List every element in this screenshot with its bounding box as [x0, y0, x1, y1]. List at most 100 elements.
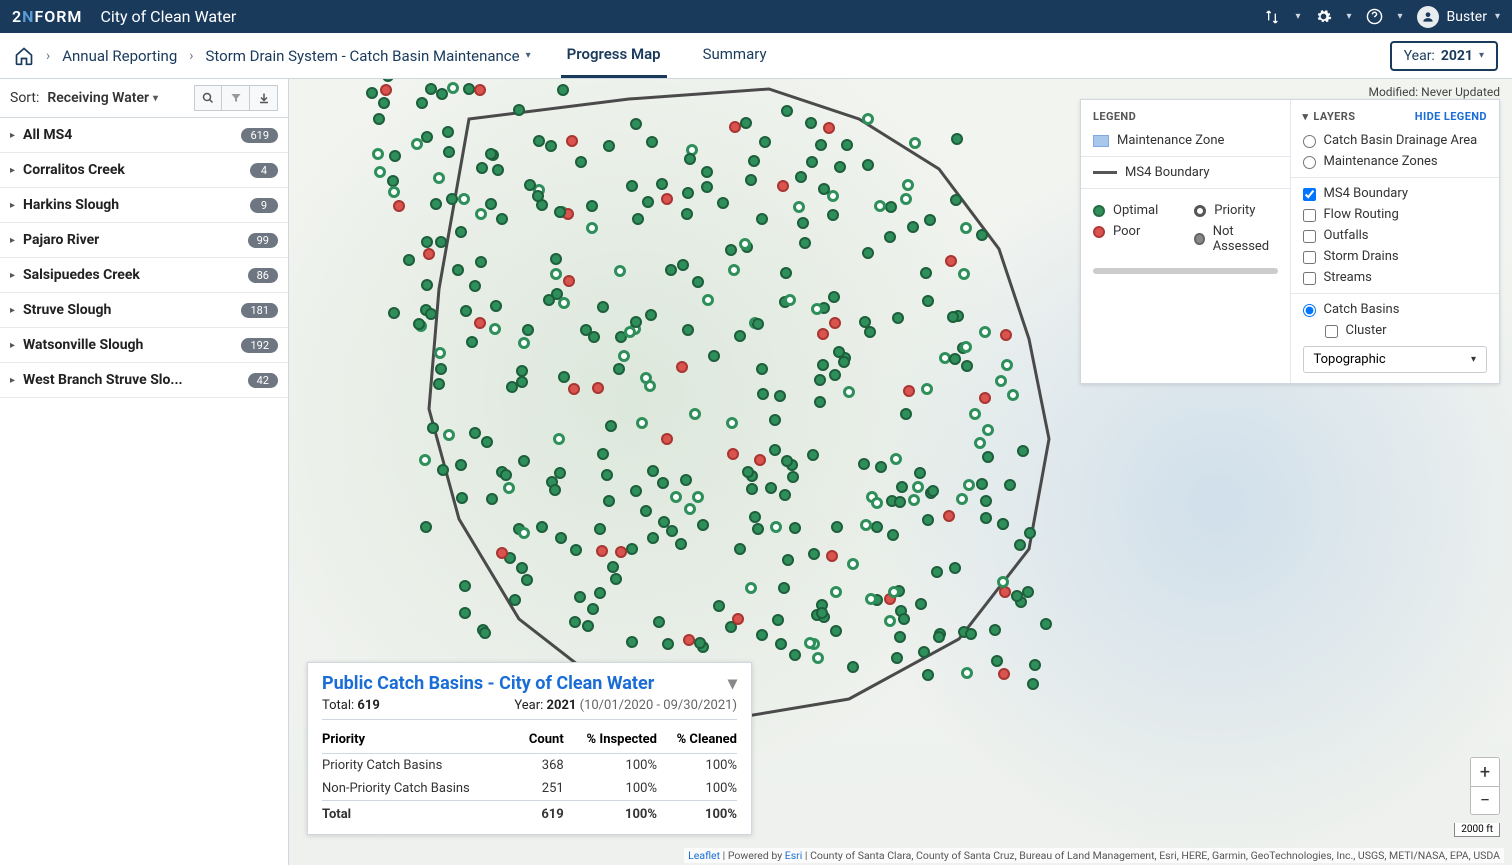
catch-basin-dot[interactable]	[380, 84, 392, 96]
catch-basin-dot[interactable]	[902, 179, 914, 191]
catch-basin-dot[interactable]	[871, 497, 883, 509]
catch-basin-dot[interactable]	[557, 84, 569, 96]
catch-basin-dot[interactable]	[545, 140, 557, 152]
catch-basin-dot[interactable]	[847, 558, 859, 570]
chevron-down-icon[interactable]: ▾	[1295, 11, 1300, 22]
catch-basin-dot[interactable]	[421, 279, 433, 291]
catch-basin-dot[interactable]	[818, 183, 830, 195]
catch-basin-dot[interactable]	[976, 478, 988, 490]
catch-basin-dot[interactable]	[740, 117, 752, 129]
sidebar-item[interactable]: ▸Struve Slough181	[0, 293, 288, 328]
tab-summary[interactable]: Summary	[697, 33, 773, 78]
catch-basin-dot[interactable]	[752, 523, 764, 535]
catch-basin-dot[interactable]	[554, 206, 566, 218]
catch-basin-dot[interactable]	[746, 483, 758, 495]
catch-basin-dot[interactable]	[969, 408, 981, 420]
catch-basin-dot[interactable]	[817, 328, 829, 340]
catch-basin-dot[interactable]	[922, 514, 934, 526]
catch-basin-dot[interactable]	[862, 159, 874, 171]
catch-basin-dot[interactable]	[630, 316, 642, 328]
catch-basin-dot[interactable]	[427, 422, 439, 434]
catch-basin-dot[interactable]	[569, 616, 581, 628]
catch-basin-dot[interactable]	[980, 495, 992, 507]
catch-basin-dot[interactable]	[943, 510, 955, 522]
catch-basin-dot[interactable]	[997, 576, 1009, 588]
catch-basin-dot[interactable]	[516, 562, 528, 574]
catch-basin-dot[interactable]	[754, 454, 766, 466]
catch-basin-dot[interactable]	[982, 451, 994, 463]
catch-basin-dot[interactable]	[701, 166, 713, 178]
catch-basin-dot[interactable]	[980, 512, 992, 524]
catch-basin-dot[interactable]	[524, 179, 536, 191]
breadcrumb-item-reporting[interactable]: Annual Reporting	[62, 47, 177, 65]
catch-basin-dot[interactable]	[1014, 539, 1026, 551]
sidebar-item[interactable]: ▸Pajaro River99	[0, 223, 288, 258]
layer-catch-basins[interactable]: Catch Basins	[1303, 302, 1488, 317]
catch-basin-dot[interactable]	[805, 117, 817, 129]
catch-basin-dot[interactable]	[834, 161, 846, 173]
catch-basin-dot[interactable]	[949, 353, 961, 365]
zoom-in-button[interactable]: +	[1471, 758, 1499, 786]
catch-basin-dot[interactable]	[594, 587, 606, 599]
catch-basin-dot[interactable]	[425, 308, 437, 320]
catch-basin-dot[interactable]	[797, 217, 809, 229]
catch-basin-dot[interactable]	[982, 424, 994, 436]
esri-link[interactable]: Esri	[785, 849, 803, 862]
catch-basin-dot[interactable]	[636, 417, 648, 429]
catch-basin-dot[interactable]	[808, 548, 820, 560]
catch-basin-dot[interactable]	[555, 532, 567, 544]
catch-basin-dot[interactable]	[892, 312, 904, 324]
catch-basin-dot[interactable]	[909, 137, 921, 149]
catch-basin-dot[interactable]	[626, 543, 638, 555]
catch-basin-dot[interactable]	[388, 307, 400, 319]
catch-basin-dot[interactable]	[812, 652, 824, 664]
sidebar-item[interactable]: ▸All MS4619	[0, 118, 288, 153]
catch-basin-dot[interactable]	[782, 554, 794, 566]
catch-basin-dot[interactable]	[884, 231, 896, 243]
catch-basin-dot[interactable]	[900, 408, 912, 420]
catch-basin-dot[interactable]	[680, 474, 692, 486]
layer-maintenance-zones[interactable]: Maintenance Zones	[1303, 154, 1488, 169]
catch-basin-dot[interactable]	[997, 518, 1009, 530]
catch-basin-dot[interactable]	[442, 126, 454, 138]
catch-basin-dot[interactable]	[739, 238, 751, 250]
catch-basin-dot[interactable]	[393, 200, 405, 212]
chevron-down-icon[interactable]: ▾	[1398, 11, 1403, 22]
catch-basin-dot[interactable]	[558, 371, 570, 383]
catch-basin-dot[interactable]	[605, 420, 617, 432]
catch-basin-dot[interactable]	[756, 629, 768, 641]
catch-basin-dot[interactable]	[665, 264, 677, 276]
catch-basin-dot[interactable]	[729, 121, 741, 133]
catch-basin-dot[interactable]	[533, 135, 545, 147]
catch-basin-dot[interactable]	[734, 330, 746, 342]
catch-basin-dot[interactable]	[490, 300, 502, 312]
catch-basin-dot[interactable]	[378, 97, 390, 109]
catch-basin-dot[interactable]	[778, 582, 790, 594]
download-button[interactable]	[250, 85, 278, 111]
catch-basin-dot[interactable]	[701, 181, 713, 193]
catch-basin-dot[interactable]	[702, 294, 714, 306]
catch-basin-dot[interactable]	[927, 485, 939, 497]
catch-basin-dot[interactable]	[592, 382, 604, 394]
catch-basin-dot[interactable]	[860, 519, 872, 531]
catch-basin-dot[interactable]	[587, 603, 599, 615]
catch-basin-dot[interactable]	[647, 465, 659, 477]
layer-storm-drains[interactable]: Storm Drains	[1303, 249, 1488, 264]
catch-basin-dot[interactable]	[640, 372, 652, 384]
sidebar-item[interactable]: ▸Corralitos Creek4	[0, 153, 288, 188]
catch-basin-dot[interactable]	[597, 448, 609, 460]
catch-basin-dot[interactable]	[838, 356, 850, 368]
catch-basin-dot[interactable]	[708, 350, 720, 362]
catch-basin-dot[interactable]	[951, 133, 963, 145]
sidebar-item[interactable]: ▸Salsipuedes Creek86	[0, 258, 288, 293]
catch-basin-dot[interactable]	[466, 336, 478, 348]
catch-basin-dot[interactable]	[995, 375, 1007, 387]
catch-basin-dot[interactable]	[474, 84, 486, 96]
catch-basin-dot[interactable]	[568, 383, 580, 395]
catch-basin-dot[interactable]	[780, 267, 792, 279]
catch-basin-dot[interactable]	[826, 550, 838, 562]
catch-basin-dot[interactable]	[692, 276, 704, 288]
catch-basin-dot[interactable]	[469, 427, 481, 439]
catch-basin-dot[interactable]	[1007, 389, 1019, 401]
catch-basin-dot[interactable]	[689, 408, 701, 420]
